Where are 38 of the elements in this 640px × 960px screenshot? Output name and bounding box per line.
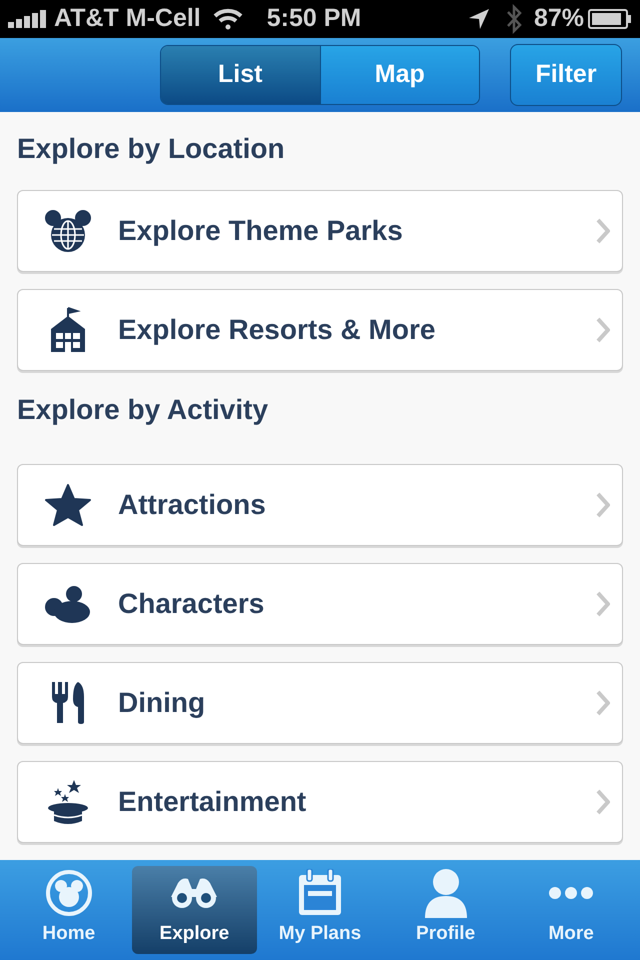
tab-bar-item[interactable]: My Plans	[257, 866, 383, 954]
location-arrow-icon	[468, 8, 490, 30]
binoculars-icon	[170, 876, 218, 909]
magic-hat-icon	[46, 779, 90, 825]
carrier-name: AT&T M-Cell	[54, 3, 201, 34]
battery-icon	[588, 8, 632, 29]
tab-bar-item[interactable]: Home	[6, 866, 132, 954]
chevron-icon	[596, 317, 610, 343]
chevron-icon	[596, 690, 610, 716]
fork-and-knife-icon	[51, 681, 85, 725]
tab-bar-item[interactable]: Explore	[132, 866, 258, 954]
wifi-icon	[212, 8, 243, 30]
chevron-icon	[596, 789, 610, 815]
star-icon	[45, 484, 91, 526]
explore-list-item[interactable]: Explore Resorts & More	[17, 289, 623, 371]
bluetooth-icon	[506, 4, 522, 34]
explore-list-item[interactable]: Explore Theme Parks	[17, 190, 623, 272]
chevron-icon	[596, 492, 610, 518]
building-with-flag-icon	[49, 307, 87, 353]
mouse-ears-circle-icon	[44, 868, 93, 917]
explore-list-item[interactable]: Attractions	[17, 464, 623, 546]
view-toggle-tab[interactable]: List	[161, 46, 320, 104]
battery-percent: 87%	[534, 3, 584, 34]
clock-time: 5:50 PM	[266, 3, 362, 34]
section-heading: Explore by Location	[17, 132, 286, 166]
tab-bar-item[interactable]: More	[508, 866, 634, 954]
chevron-icon	[596, 591, 610, 617]
person-icon	[424, 868, 468, 918]
explore-list-item[interactable]: Entertainment	[17, 761, 623, 843]
section-heading: Explore by Activity	[17, 393, 270, 427]
chevron-icon	[596, 218, 610, 244]
globe-with-ears-icon	[44, 209, 92, 253]
tab-bar-item[interactable]: Profile	[382, 866, 508, 954]
more-dots-icon	[548, 886, 594, 900]
mouse-head-icon	[44, 585, 92, 623]
explore-list-item[interactable]: Characters	[17, 563, 623, 645]
calendar-icon	[296, 868, 343, 917]
explore-list-item[interactable]: Dining	[17, 662, 623, 744]
